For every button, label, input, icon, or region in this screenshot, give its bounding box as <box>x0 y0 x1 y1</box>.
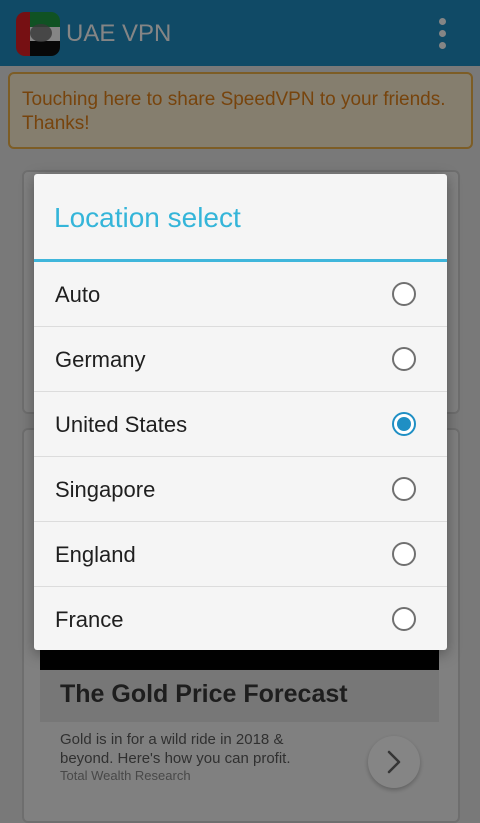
location-option-united-states[interactable]: United States <box>34 392 447 457</box>
location-option-england[interactable]: England <box>34 522 447 587</box>
radio-button[interactable] <box>392 347 416 371</box>
option-label: Auto <box>55 282 101 307</box>
radio-button[interactable] <box>392 282 416 306</box>
location-option-singapore[interactable]: Singapore <box>34 457 447 522</box>
radio-button[interactable] <box>392 542 416 566</box>
location-option-auto[interactable]: Auto <box>34 262 447 327</box>
option-label: England <box>55 542 136 567</box>
option-label: Singapore <box>55 477 156 502</box>
radio-button[interactable] <box>392 412 416 436</box>
radio-button[interactable] <box>392 477 416 501</box>
location-select-dialog: Location select Auto Germany United Stat… <box>34 174 447 650</box>
radio-button[interactable] <box>392 607 416 631</box>
location-option-germany[interactable]: Germany <box>34 327 447 392</box>
option-label: France <box>55 607 124 632</box>
location-options: Auto Germany United States Singapore Eng… <box>34 262 447 652</box>
dialog-title: Location select <box>54 202 241 233</box>
option-label: United States <box>55 412 188 437</box>
option-label: Germany <box>55 347 146 372</box>
location-option-france[interactable]: France <box>34 587 447 652</box>
